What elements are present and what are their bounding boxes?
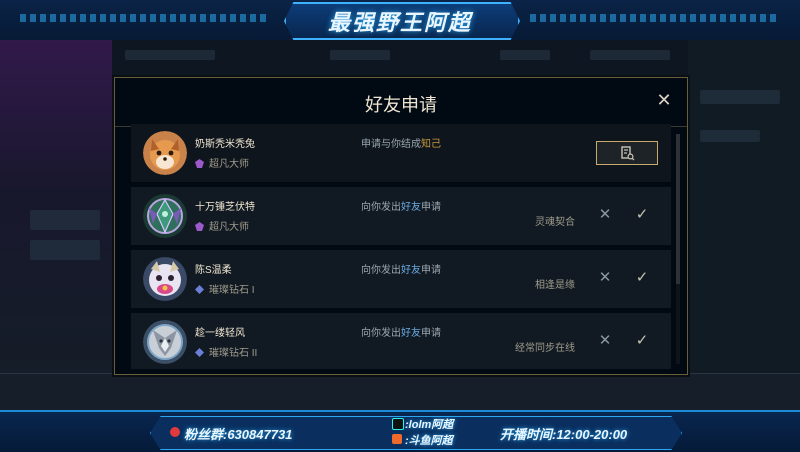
master-rank-icon	[195, 222, 204, 231]
client-ghost-bar	[330, 50, 390, 60]
rank-label: 璀璨钻石 I	[209, 285, 255, 296]
client-ghost-bar	[30, 210, 100, 230]
crest-avatar-icon	[143, 194, 187, 238]
decline-button[interactable]: ✕	[597, 270, 613, 286]
accept-button[interactable]: ✓	[634, 270, 650, 286]
decline-button[interactable]: ✕	[597, 207, 613, 223]
friend-request-row: 趁一缕轻风 璀璨钻石 II 向你发出好友申请 经常同步在线 ✕ ✓	[131, 313, 671, 369]
request-message: 向你发出好友申请	[361, 324, 441, 339]
master-rank-icon	[195, 159, 204, 168]
fans-group-text: 粉丝群:630847731	[184, 427, 293, 442]
client-ghost-bar	[700, 130, 760, 142]
requester-name: 趁一缕轻风	[195, 328, 245, 339]
requester-name: 十万锤芝伏特	[195, 202, 255, 213]
rank-label: 璀璨钻石 II	[209, 348, 258, 359]
friend-request-row: 陈S温柔 璀璨钻石 I 向你发出好友申请 相逢是缘 ✕ ✓	[131, 250, 671, 308]
douyu-account-text: :斗鱼阿超	[405, 435, 453, 447]
relation-highlight: 好友	[401, 202, 421, 213]
qq-icon	[170, 427, 180, 437]
modal-title: 好友申请	[365, 95, 437, 115]
douyin-account-text: :lolm阿超	[405, 419, 454, 431]
request-text: 向你发出	[361, 265, 401, 276]
profile-search-icon	[621, 146, 635, 161]
request-message: 申请与你结成知己	[361, 135, 441, 150]
douyin-icon	[392, 418, 404, 430]
stream-title: 最强野王阿超	[327, 10, 472, 35]
accept-button[interactable]: ✓	[634, 333, 650, 349]
request-text-suffix: 申请	[421, 328, 441, 339]
banner-stripes-right	[530, 14, 780, 22]
request-note: 经常同步在线	[515, 343, 575, 354]
relation-highlight: 知己	[421, 139, 441, 150]
list-scrollbar-thumb[interactable]	[676, 134, 680, 284]
requester-name: 奶斯秃米秃兔	[195, 139, 255, 150]
client-ghost-bar	[590, 50, 670, 60]
rank-label: 超凡大师	[209, 159, 249, 170]
request-text: 申请与你结成	[361, 139, 421, 150]
banner-stripes-left	[20, 14, 270, 22]
friend-request-row: 十万锤芝伏特 超凡大师 向你发出好友申请 灵魂契合 ✕ ✓	[131, 187, 671, 245]
decline-button[interactable]: ✕	[597, 333, 613, 349]
live-time-text: 开播时间:12:00-20:00	[500, 427, 628, 442]
poro-avatar-icon	[143, 257, 187, 301]
requester-rank: 璀璨钻石 II	[195, 344, 257, 359]
friend-request-modal: 好友申请 ✕ 奶斯秃米秃兔 超凡大师 申请与你结成知己 十万锤芝伏特 超凡大师 …	[114, 77, 688, 375]
request-text-suffix: 申请	[421, 202, 441, 213]
stream-header-banner: 最强野王阿超	[0, 0, 800, 42]
diamond-rank-icon	[195, 348, 204, 357]
client-bottom-nav	[0, 373, 800, 411]
requester-name: 陈S温柔	[195, 265, 232, 276]
stream-footer-banner: 粉丝群:630847731 :lolm阿超 :斗鱼阿超 开播时间:12:00-2…	[0, 410, 800, 452]
rank-label: 超凡大师	[209, 222, 249, 233]
view-profile-button[interactable]	[596, 141, 658, 165]
douyu-icon	[392, 434, 402, 444]
fox-avatar-icon	[143, 131, 187, 175]
request-text-suffix: 申请	[421, 265, 441, 276]
diamond-rank-icon	[195, 285, 204, 294]
client-ghost-bar	[30, 240, 100, 260]
request-text: 向你发出	[361, 328, 401, 339]
client-ghost-bar	[125, 50, 215, 60]
relation-highlight: 好友	[401, 265, 421, 276]
requester-rank: 超凡大师	[195, 155, 249, 170]
relation-highlight: 好友	[401, 328, 421, 339]
accept-button[interactable]: ✓	[634, 207, 650, 223]
request-note: 相逢是缘	[535, 280, 575, 291]
requester-rank: 璀璨钻石 I	[195, 281, 255, 296]
close-button[interactable]: ✕	[655, 91, 673, 109]
dragon-avatar-icon	[143, 320, 187, 364]
request-text: 向你发出	[361, 202, 401, 213]
request-message: 向你发出好友申请	[361, 261, 441, 276]
request-note: 灵魂契合	[535, 217, 575, 228]
requester-rank: 超凡大师	[195, 218, 249, 233]
client-ghost-bar	[500, 50, 550, 60]
request-message: 向你发出好友申请	[361, 198, 441, 213]
friend-request-row: 奶斯秃米秃兔 超凡大师 申请与你结成知己	[131, 124, 671, 182]
client-ghost-bar	[700, 90, 780, 104]
friend-request-list: 奶斯秃米秃兔 超凡大师 申请与你结成知己 十万锤芝伏特 超凡大师 向你发出好友申…	[131, 124, 671, 369]
